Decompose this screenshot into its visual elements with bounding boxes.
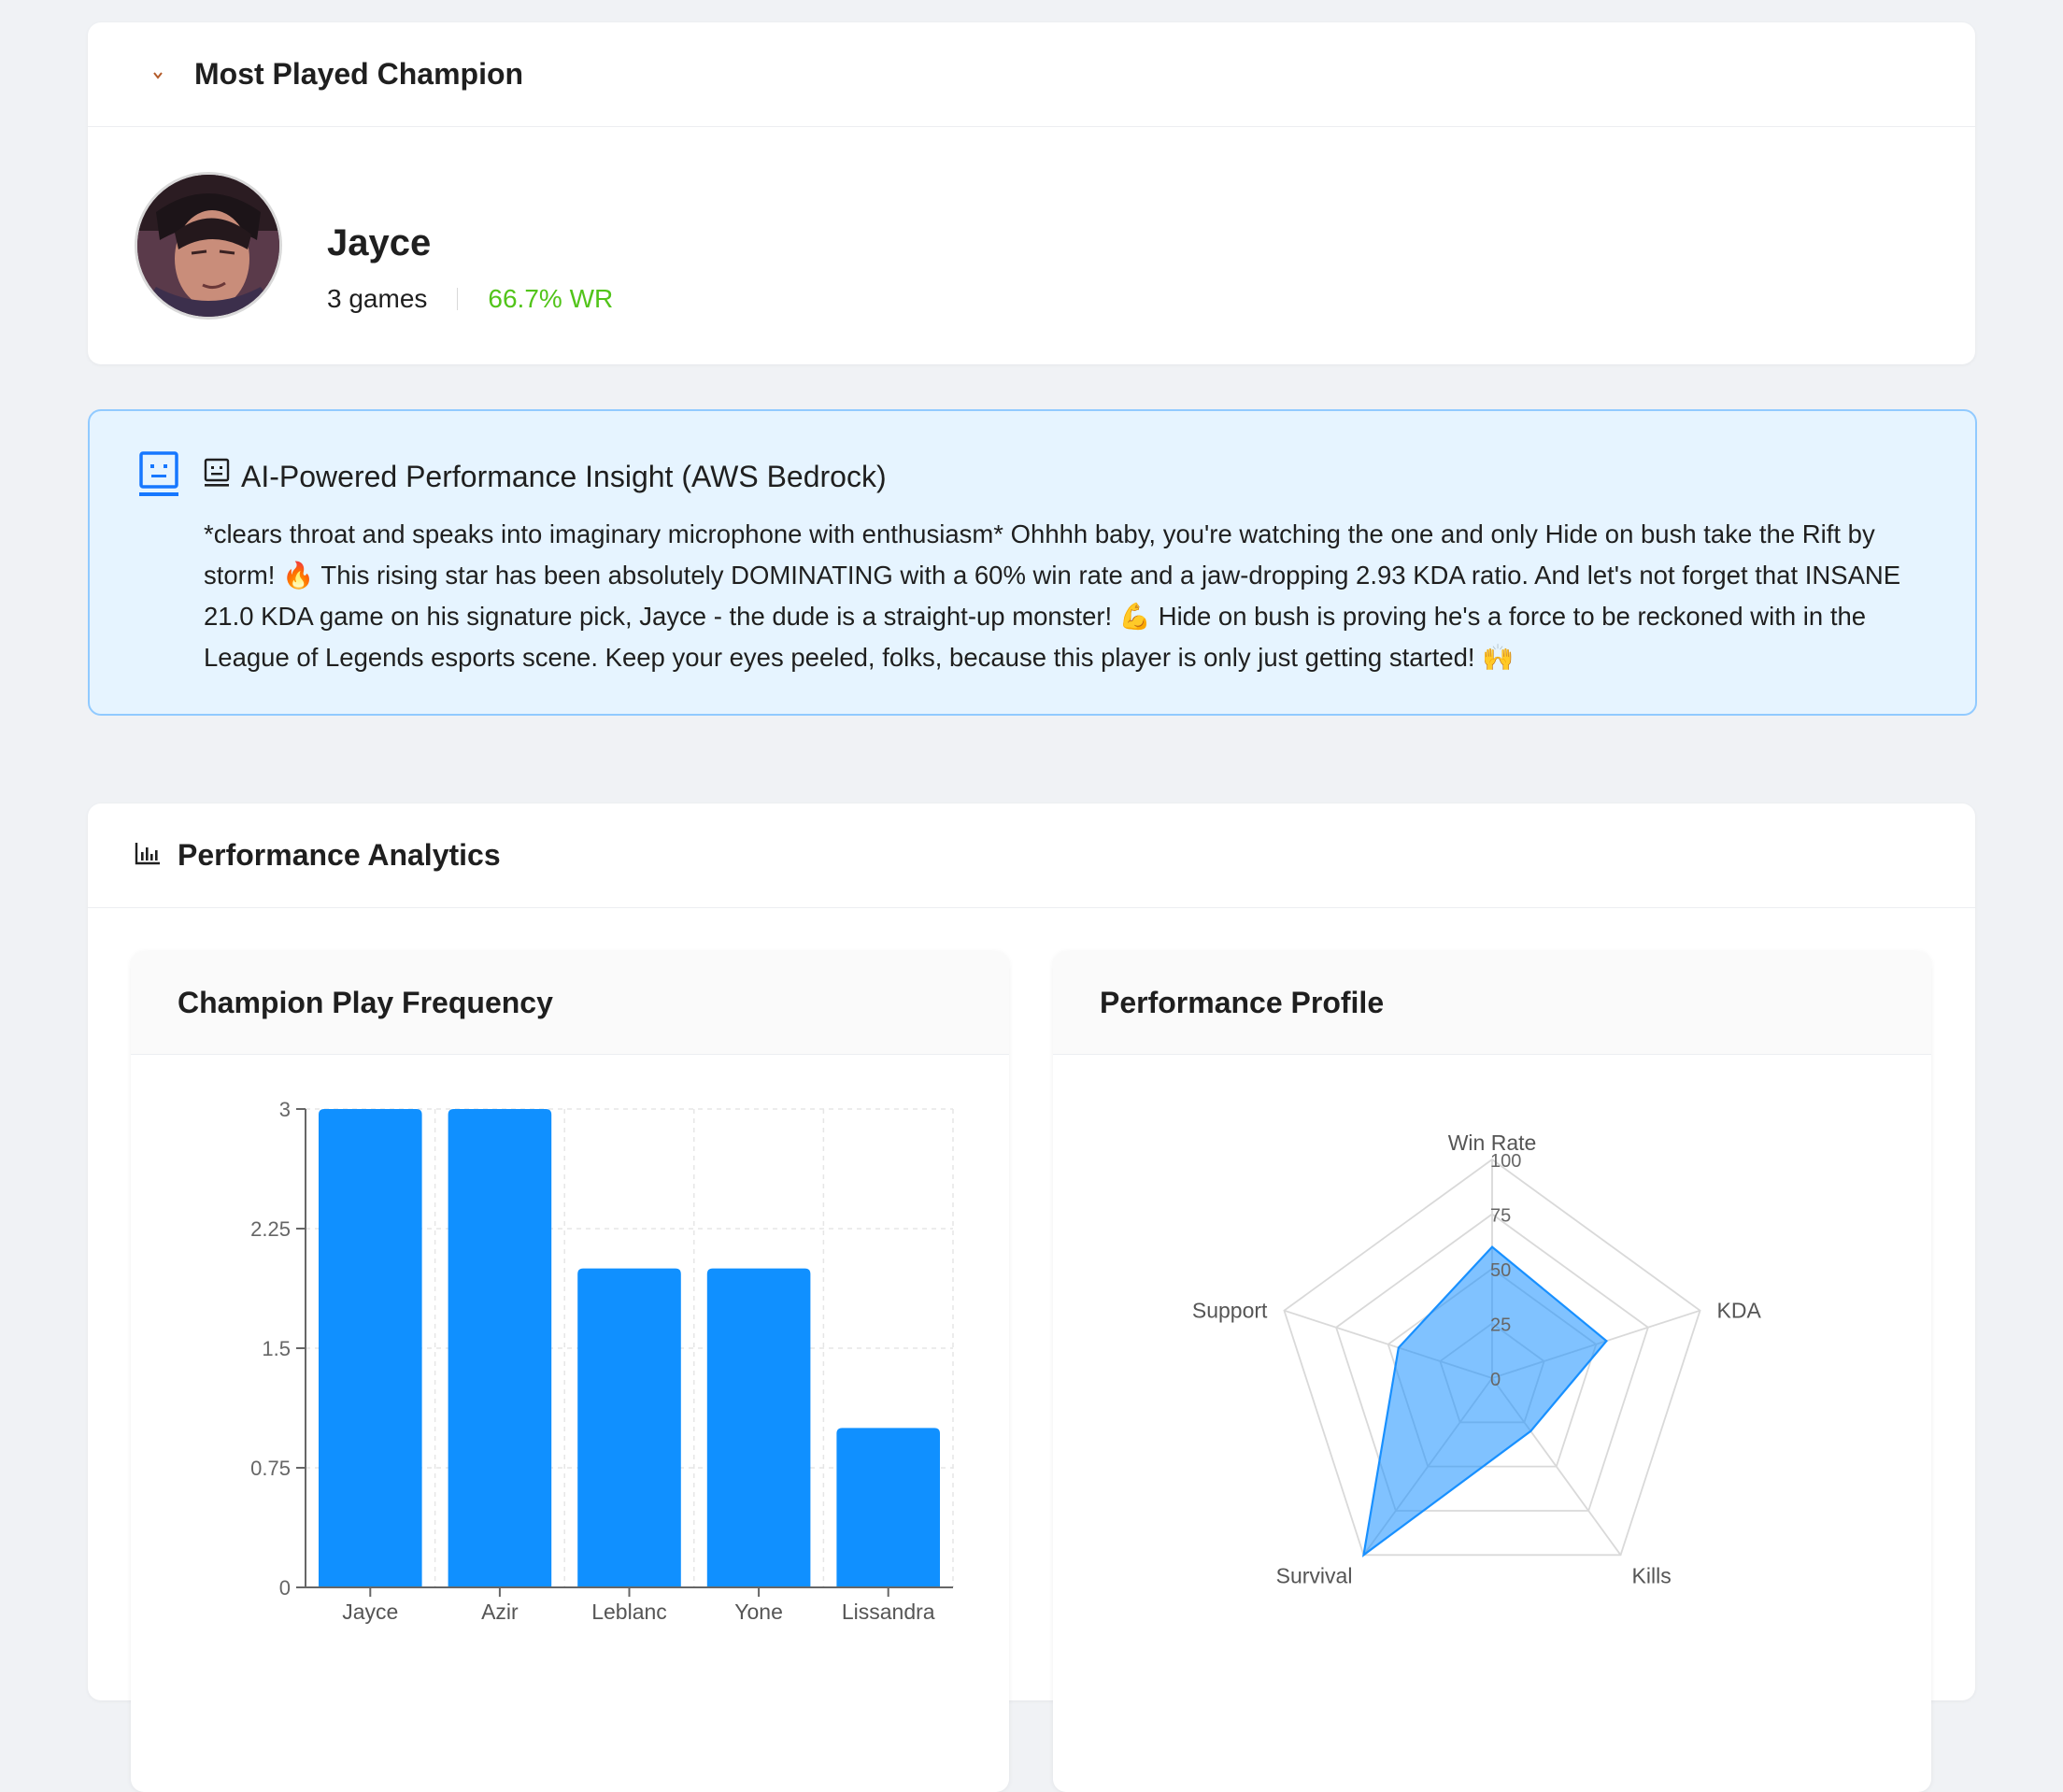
subcard-title: Champion Play Frequency	[178, 985, 553, 1019]
card-title: Most Played Champion	[194, 57, 524, 91]
radar-axis-label: KDA	[1717, 1299, 1762, 1323]
bar-chart-icon	[135, 841, 161, 870]
performance-analytics-card: Performance Analytics Champion Play Freq…	[88, 804, 1975, 1792]
card-title: Performance Analytics	[178, 838, 501, 872]
card-header: Performance Analytics	[88, 804, 1975, 908]
champion-avatar	[135, 172, 282, 320]
radar-chart: 0255075100Win RateKDAKillsSurvivalSuppor…	[1192, 1131, 1762, 1587]
x-tick-label: Azir	[481, 1600, 519, 1624]
subcard-header: Performance Profile	[1053, 951, 1931, 1055]
y-tick-label: 1.5	[262, 1337, 291, 1360]
insight-text: *clears throat and speaks into imaginary…	[204, 519, 1901, 672]
bar	[448, 1109, 552, 1587]
chevron-down-icon[interactable]	[148, 64, 168, 85]
bar	[836, 1428, 940, 1587]
insight-title-row: AI-Powered Performance Insight (AWS Bedr…	[204, 458, 887, 495]
radar-tick-label: 50	[1490, 1260, 1511, 1281]
most-played-champion-card: Most Played Champion Jayce 3 games 66.7%…	[88, 22, 1975, 364]
insight-title: AI-Powered Performance Insight (AWS Bedr…	[241, 459, 887, 493]
bar	[577, 1268, 681, 1587]
win-rate: 66.7% WR	[488, 284, 614, 313]
stats-divider	[457, 288, 459, 310]
card-header: Most Played Champion	[88, 22, 1975, 127]
performance-profile-card: Performance Profile 0 25 50 75 100 Win Rate KD…	[1053, 951, 1931, 1792]
bar	[319, 1109, 422, 1587]
radar-area	[1361, 1245, 1608, 1557]
radar-tick-label: 25	[1490, 1316, 1511, 1336]
y-tick-label: 0.75	[250, 1457, 291, 1480]
x-tick-label: Lissandra	[842, 1600, 935, 1624]
y-tick-label: 3	[279, 1098, 291, 1121]
champion-name: Jayce	[327, 222, 432, 263]
subcard-title: Performance Profile	[1100, 985, 1385, 1019]
radar-axis-label: Support	[1192, 1299, 1268, 1323]
x-tick-label: Yone	[734, 1600, 783, 1624]
robot-icon	[138, 450, 179, 504]
subcard-header: Champion Play Frequency	[131, 951, 1009, 1055]
champion-frequency-card: Champion Play Frequency 0 0.75 1.5 2.25 3 Jay…	[131, 951, 1009, 1792]
bar-chart: 0 0.75 1.5 2.25 3 Jayce Azir Leblanc Yone Lissand…	[250, 1098, 954, 1624]
x-tick-label: Jayce	[342, 1600, 398, 1624]
y-tick-label: 0	[279, 1576, 291, 1600]
y-tick-label: 2.25	[250, 1217, 291, 1241]
radar-tick-label: 75	[1490, 1206, 1511, 1227]
radar-axis-label: Kills	[1632, 1563, 1672, 1587]
champion-stats: 3 games 66.7% WR	[327, 284, 613, 314]
ai-insight-alert: AI-Powered Performance Insight (AWS Bedr…	[88, 409, 1977, 716]
radar-axis-label: Survival	[1276, 1563, 1353, 1587]
bar	[706, 1268, 811, 1587]
radar-axis-label: Win Rate	[1448, 1131, 1537, 1155]
games-count: 3 games	[327, 284, 428, 313]
radar-tick-label: 0	[1490, 1370, 1501, 1390]
robot-icon	[204, 458, 241, 495]
x-tick-label: Leblanc	[591, 1600, 667, 1624]
